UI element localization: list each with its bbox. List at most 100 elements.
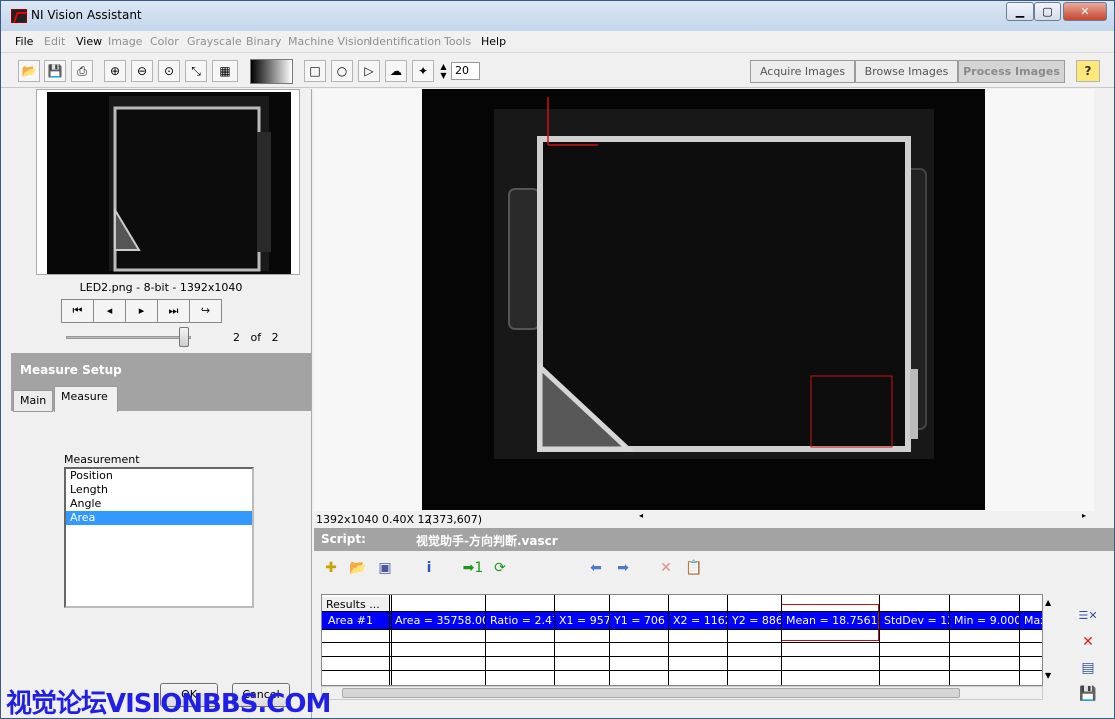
- result-cell-x1: X1 = 957: [559, 614, 609, 627]
- result-cell-max: Max: [1024, 614, 1042, 627]
- tab-browse-images[interactable]: Browse Images: [855, 60, 958, 83]
- measure-setup-title: Measure Setup: [20, 363, 122, 377]
- first-image-icon[interactable]: ⏮: [61, 299, 94, 323]
- tab-measure[interactable]: Measure: [54, 386, 118, 412]
- results-scroll-down-icon[interactable]: ▼: [1045, 671, 1051, 680]
- mean-highlight-box: [781, 604, 879, 641]
- image-size-zoom: 1392x1040 0.40X 12: [316, 513, 432, 526]
- result-cell-x2: X2 = 1162: [673, 614, 727, 627]
- run-continuous-icon[interactable]: ⟳: [488, 557, 512, 581]
- open-image-icon[interactable]: 📂: [18, 60, 40, 82]
- print-icon[interactable]: ⎙: [71, 60, 93, 82]
- save-image-icon[interactable]: 💾: [44, 60, 66, 82]
- app-window: NI Vision Assistant ▁ ▢ ✕ File Edit View…: [0, 0, 1115, 719]
- oval-tool-icon[interactable]: ○: [331, 60, 353, 82]
- list-item-area[interactable]: Area: [66, 511, 252, 525]
- last-image-icon[interactable]: ⏭: [157, 299, 190, 323]
- results-table[interactable]: Results ... Area #1 Area = 35758.000 Rat…: [321, 594, 1043, 686]
- help-icon[interactable]: ?: [1076, 60, 1100, 82]
- menu-tools[interactable]: Tools: [444, 35, 471, 48]
- zoom-spinner[interactable]: ▲ ▼: [439, 62, 448, 80]
- maximize-button[interactable]: ▢: [1034, 2, 1061, 21]
- tab-process-images[interactable]: Process Images: [958, 60, 1065, 83]
- menu-grayscale[interactable]: Grayscale: [187, 35, 242, 48]
- list-item-length[interactable]: Length: [66, 483, 252, 497]
- results-hscrollbar[interactable]: [321, 686, 1043, 700]
- copy-results-icon[interactable]: ▤: [1077, 657, 1099, 679]
- toolbar: 📂 💾 ⎙ ⊕ ⊖ ⊙ ⤡ ▦ □ ○ ▷ ☁ ✦ ▲ ▼ 20 Acquire …: [1, 54, 1114, 88]
- image-slider-track[interactable]: [66, 336, 191, 339]
- title-bar[interactable]: NI Vision Assistant ▁ ▢ ✕: [1, 1, 1114, 31]
- zoom-out-icon[interactable]: ⊖: [131, 60, 153, 82]
- watermark-text: 视觉论坛VISIONBBS.COM: [6, 689, 331, 719]
- new-script-icon[interactable]: ✚: [319, 557, 343, 581]
- measure-setup-header: Measure Setup Main Measure: [11, 353, 311, 412]
- previous-image-icon[interactable]: ◂: [93, 299, 126, 323]
- results-scroll-up-icon[interactable]: ▲: [1045, 598, 1051, 607]
- menu-edit[interactable]: Edit: [44, 35, 65, 48]
- scroll-right-icon[interactable]: ▸: [1082, 511, 1086, 520]
- panel-divider[interactable]: [311, 89, 312, 718]
- page-total: 2: [271, 331, 279, 344]
- measurement-label: Measurement: [64, 453, 140, 466]
- image-slider-thumb[interactable]: [179, 327, 189, 347]
- main-image[interactable]: [422, 89, 985, 510]
- menu-help[interactable]: Help: [481, 35, 506, 48]
- script-filename: 视觉助手-方向判断.vascr: [416, 534, 558, 548]
- delete-step-icon[interactable]: ✕: [654, 557, 678, 581]
- menu-view[interactable]: View: [76, 35, 102, 48]
- scroll-left-icon[interactable]: ◂: [639, 511, 643, 520]
- delete-result-icon[interactable]: ✕: [1077, 631, 1099, 653]
- image-navigation: ⏮ ◂ ▸ ⏭ ↪: [61, 299, 223, 323]
- image-viewer[interactable]: [314, 89, 1094, 511]
- minimize-button[interactable]: ▁: [1006, 2, 1034, 21]
- zoom-fit-icon[interactable]: ⤡: [185, 60, 207, 82]
- next-step-icon[interactable]: ➡: [611, 557, 635, 581]
- tab-acquire-images[interactable]: Acquire Images: [750, 60, 855, 83]
- info-icon[interactable]: i: [417, 557, 441, 581]
- zoom-in-icon[interactable]: ⊕: [104, 60, 126, 82]
- close-button[interactable]: ✕: [1063, 2, 1107, 21]
- menu-machine-vision[interactable]: Machine Vision: [288, 35, 370, 48]
- previous-step-icon[interactable]: ⬅: [584, 557, 608, 581]
- image-palette-icon[interactable]: ▦: [212, 60, 238, 82]
- window-title: NI Vision Assistant: [31, 8, 142, 22]
- menu-color[interactable]: Color: [150, 35, 179, 48]
- result-cell-ratio: Ratio = 2.470: [490, 614, 554, 627]
- ni-vision-logo-icon: [11, 9, 27, 23]
- page-indicator: 2 of 2: [233, 331, 279, 344]
- save-script-icon[interactable]: ▣: [373, 557, 397, 581]
- menu-binary[interactable]: Binary: [246, 35, 281, 48]
- results-hscroll-thumb[interactable]: [342, 688, 960, 698]
- menu-file[interactable]: File: [15, 35, 33, 48]
- grayscale-palette-icon[interactable]: [250, 59, 293, 84]
- thumbnail-frame[interactable]: [36, 89, 300, 275]
- thumbnail-image: [47, 92, 291, 274]
- delete-all-results-icon[interactable]: ☰✕: [1077, 605, 1099, 627]
- run-once-icon[interactable]: ➡1: [460, 557, 486, 581]
- result-cell-area: Area = 35758.000: [395, 614, 485, 627]
- next-image-icon[interactable]: ▸: [125, 299, 158, 323]
- result-cell-min: Min = 9.0000: [954, 614, 1019, 627]
- rectangle-tool-icon[interactable]: □: [304, 60, 326, 82]
- menu-identification[interactable]: Identification: [369, 35, 441, 48]
- polygon-tool-icon[interactable]: ▷: [358, 60, 380, 82]
- tab-main[interactable]: Main: [13, 390, 54, 412]
- result-cell-area-name: Area #1: [328, 614, 374, 627]
- open-script-icon[interactable]: 📂: [346, 557, 370, 581]
- measurement-list[interactable]: Position Length Angle Area: [64, 467, 254, 608]
- zoom-1to1-icon[interactable]: ⊙: [158, 60, 180, 82]
- left-panel: LED2.png - 8-bit - 1392x1040 ⏮ ◂ ▸ ⏭ ↪ 2…: [11, 89, 311, 718]
- list-item-angle[interactable]: Angle: [66, 497, 252, 511]
- script-header: Script: 视觉助手-方向判断.vascr: [314, 528, 1114, 551]
- clipboard-icon[interactable]: 📋: [682, 557, 706, 581]
- magic-wand-icon[interactable]: ✦: [412, 60, 434, 82]
- menu-image[interactable]: Image: [108, 35, 142, 48]
- list-item-position[interactable]: Position: [66, 469, 252, 483]
- freehand-tool-icon[interactable]: ☁: [385, 60, 407, 82]
- loop-icon[interactable]: ↪: [189, 299, 222, 323]
- viewer-status: 1392x1040 0.40X 12 (373,607) ◂ ▸: [314, 511, 1094, 527]
- result-cell-y1: Y1 = 706: [614, 614, 665, 627]
- zoom-value-field[interactable]: 20: [451, 62, 480, 80]
- save-results-icon[interactable]: 💾: [1077, 683, 1099, 705]
